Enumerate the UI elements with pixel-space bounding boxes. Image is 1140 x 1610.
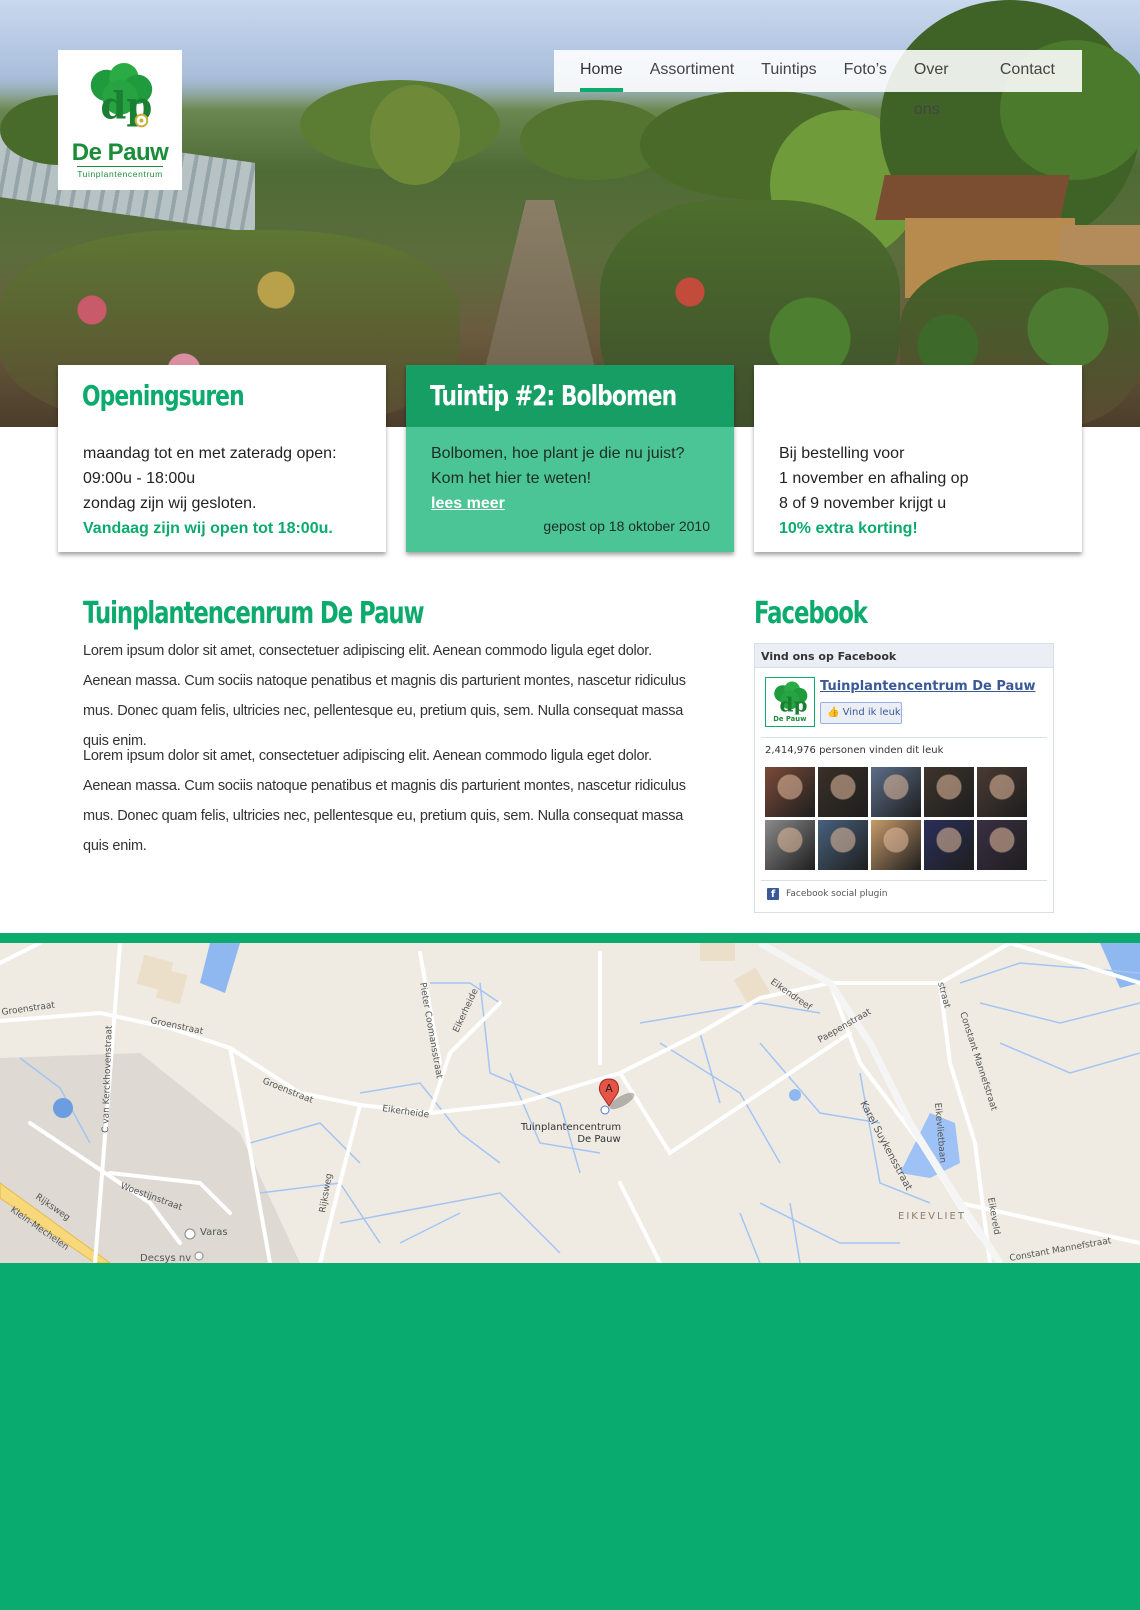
place-icon (600, 1105, 610, 1115)
svg-text:EIKEVLIET: EIKEVLIET (898, 1211, 966, 1222)
facebook-box-title: Vind ons op Facebook (755, 644, 1053, 668)
nav-fotos[interactable]: Foto’s (844, 50, 887, 92)
promo-line: 1 november en afhaling op (779, 470, 969, 487)
nav-assortiment[interactable]: Assortiment (650, 50, 734, 92)
footer (0, 1263, 1140, 1610)
tip-line: Kom het hier te weten! (431, 470, 592, 487)
page-title: Tuinplantencenrum De Pauw (83, 596, 425, 631)
facebook-heading: Facebook (754, 596, 868, 631)
svg-text:straat: straat (935, 981, 952, 1010)
svg-text:Groenstraat: Groenstraat (261, 1077, 315, 1107)
svg-text:Varas: Varas (200, 1227, 228, 1238)
card-title: Openingsuren (58, 365, 386, 427)
card-body: Bij bestelling voor 1 november en afhali… (754, 427, 1082, 541)
promo-line: Bij bestelling voor (779, 445, 905, 462)
google-map[interactable]: Groenstraat Groenstraat Groenstraat C va… (0, 943, 1140, 1263)
thumbs-up-icon: 👍 (827, 707, 840, 718)
facebook-page-name[interactable]: Tuinplantencentrum De Pauw (820, 679, 1036, 694)
intro-paragraph: Lorem ipsum dolor sit amet, consectetuer… (83, 643, 686, 749)
card-body: maandag tot en met zateradg open: 09:00u… (58, 427, 386, 541)
intro-paragraph: Lorem ipsum dolor sit amet, consectetuer… (83, 748, 686, 854)
svg-text:De Pauw: De Pauw (773, 715, 807, 723)
plugin-label: Facebook social plugin (786, 889, 888, 899)
svg-text:Tuinplantencentrum: Tuinplantencentrum (520, 1122, 621, 1133)
svg-text:Decsys nv: Decsys nv (140, 1253, 191, 1263)
svg-text:De Pauw: De Pauw (577, 1134, 620, 1145)
facebook-page-thumb[interactable]: dp De Pauw (765, 677, 815, 727)
poi-icon (194, 1251, 204, 1261)
fruit-tree-promo-card: Fruitbomen Actie Bij bestelling voor 1 n… (754, 365, 1082, 552)
map-canvas: Groenstraat Groenstraat Groenstraat C va… (0, 943, 1140, 1263)
discount-text: 10% extra korting! (779, 520, 918, 537)
divider (761, 737, 1047, 738)
card-body: Bolbomen, hoe plant je die nu juist? Kom… (406, 427, 734, 539)
poi-icon (184, 1228, 196, 1240)
opening-hours-card: Openingsuren maandag tot en met zateradg… (58, 365, 386, 552)
fan-avatar[interactable] (977, 820, 1027, 870)
hours-line: zondag zijn wij gesloten. (83, 495, 257, 512)
tree-logo-icon: dp (90, 62, 152, 127)
fan-avatar[interactable] (818, 767, 868, 817)
fan-avatar[interactable] (765, 767, 815, 817)
fan-count: 2,414,976 personen vinden dit leuk (765, 745, 944, 756)
fan-avatar[interactable] (924, 767, 974, 817)
card-title: Tuintip #2: Bolbomen (406, 365, 734, 427)
promo-line: 8 of 9 november krijgt u (779, 495, 947, 512)
fan-avatar[interactable] (818, 820, 868, 870)
facebook-plugin-footer[interactable]: f Facebook social plugin (767, 888, 888, 900)
nav-tuintips[interactable]: Tuintips (761, 50, 816, 92)
hero-shed (875, 175, 1070, 220)
svg-text:dp: dp (780, 692, 808, 716)
hero-fence (1060, 225, 1140, 265)
svg-text:Groenstraat: Groenstraat (149, 1016, 204, 1037)
hours-line: 09:00u - 18:00u (83, 470, 196, 487)
svg-text:Pieter Coomansstraat: Pieter Coomansstraat (417, 982, 444, 1080)
fan-avatar[interactable] (871, 767, 921, 817)
facebook-icon: f (767, 888, 779, 900)
nav-home[interactable]: Home (580, 50, 623, 92)
map-top-bar (0, 933, 1140, 943)
nav-contact[interactable]: Contact (1000, 50, 1055, 92)
garden-tip-card: Tuintip #2: Bolbomen Bolbomen, hoe plant… (406, 365, 734, 552)
tree-logo-icon: dp De Pauw (772, 681, 808, 723)
fan-avatar[interactable] (924, 820, 974, 870)
svg-text:A: A (605, 1082, 613, 1095)
svg-text:Eikerheide: Eikerheide (382, 1104, 431, 1121)
tip-line: Bolbomen, hoe plant je die nu juist? (431, 445, 685, 462)
site-logo[interactable]: dp De Pauw Tuinplantencentrum (58, 50, 182, 190)
svg-text:Constant Mannefstraat: Constant Mannefstraat (1009, 1236, 1113, 1263)
facebook-like-button[interactable]: 👍 Vind ik leuk (820, 702, 902, 724)
fan-avatar[interactable] (977, 767, 1027, 817)
hero-tree (370, 85, 460, 185)
fan-avatar[interactable] (765, 820, 815, 870)
post-date: gepost op 18 oktober 2010 (543, 518, 710, 534)
facebook-like-box: Vind ons op Facebook dp De Pauw Tuinplan… (754, 643, 1054, 913)
card-title: Fruitbomen Actie (754, 365, 1082, 427)
main-nav: Home Assortiment Tuintips Foto’s Over on… (554, 50, 1082, 118)
fan-avatar[interactable] (871, 820, 921, 870)
brand-name: De Pauw (71, 138, 169, 166)
today-open-text: Vandaag zijn wij open tot 18:00u. (83, 520, 333, 537)
hours-line: maandag tot en met zateradg open: (83, 445, 337, 462)
like-label: Vind ik leuk (842, 707, 901, 718)
guitar-poi-icon (53, 1098, 73, 1118)
read-more-link[interactable]: lees meer (431, 491, 505, 516)
brand-tagline: Tuinplantencentrum (77, 165, 163, 179)
fan-faces (765, 767, 1027, 870)
divider (761, 880, 1047, 881)
nav-over-ons[interactable]: Over ons (914, 50, 973, 118)
svg-text:Constant Mannefstraat: Constant Mannefstraat (957, 1011, 999, 1113)
